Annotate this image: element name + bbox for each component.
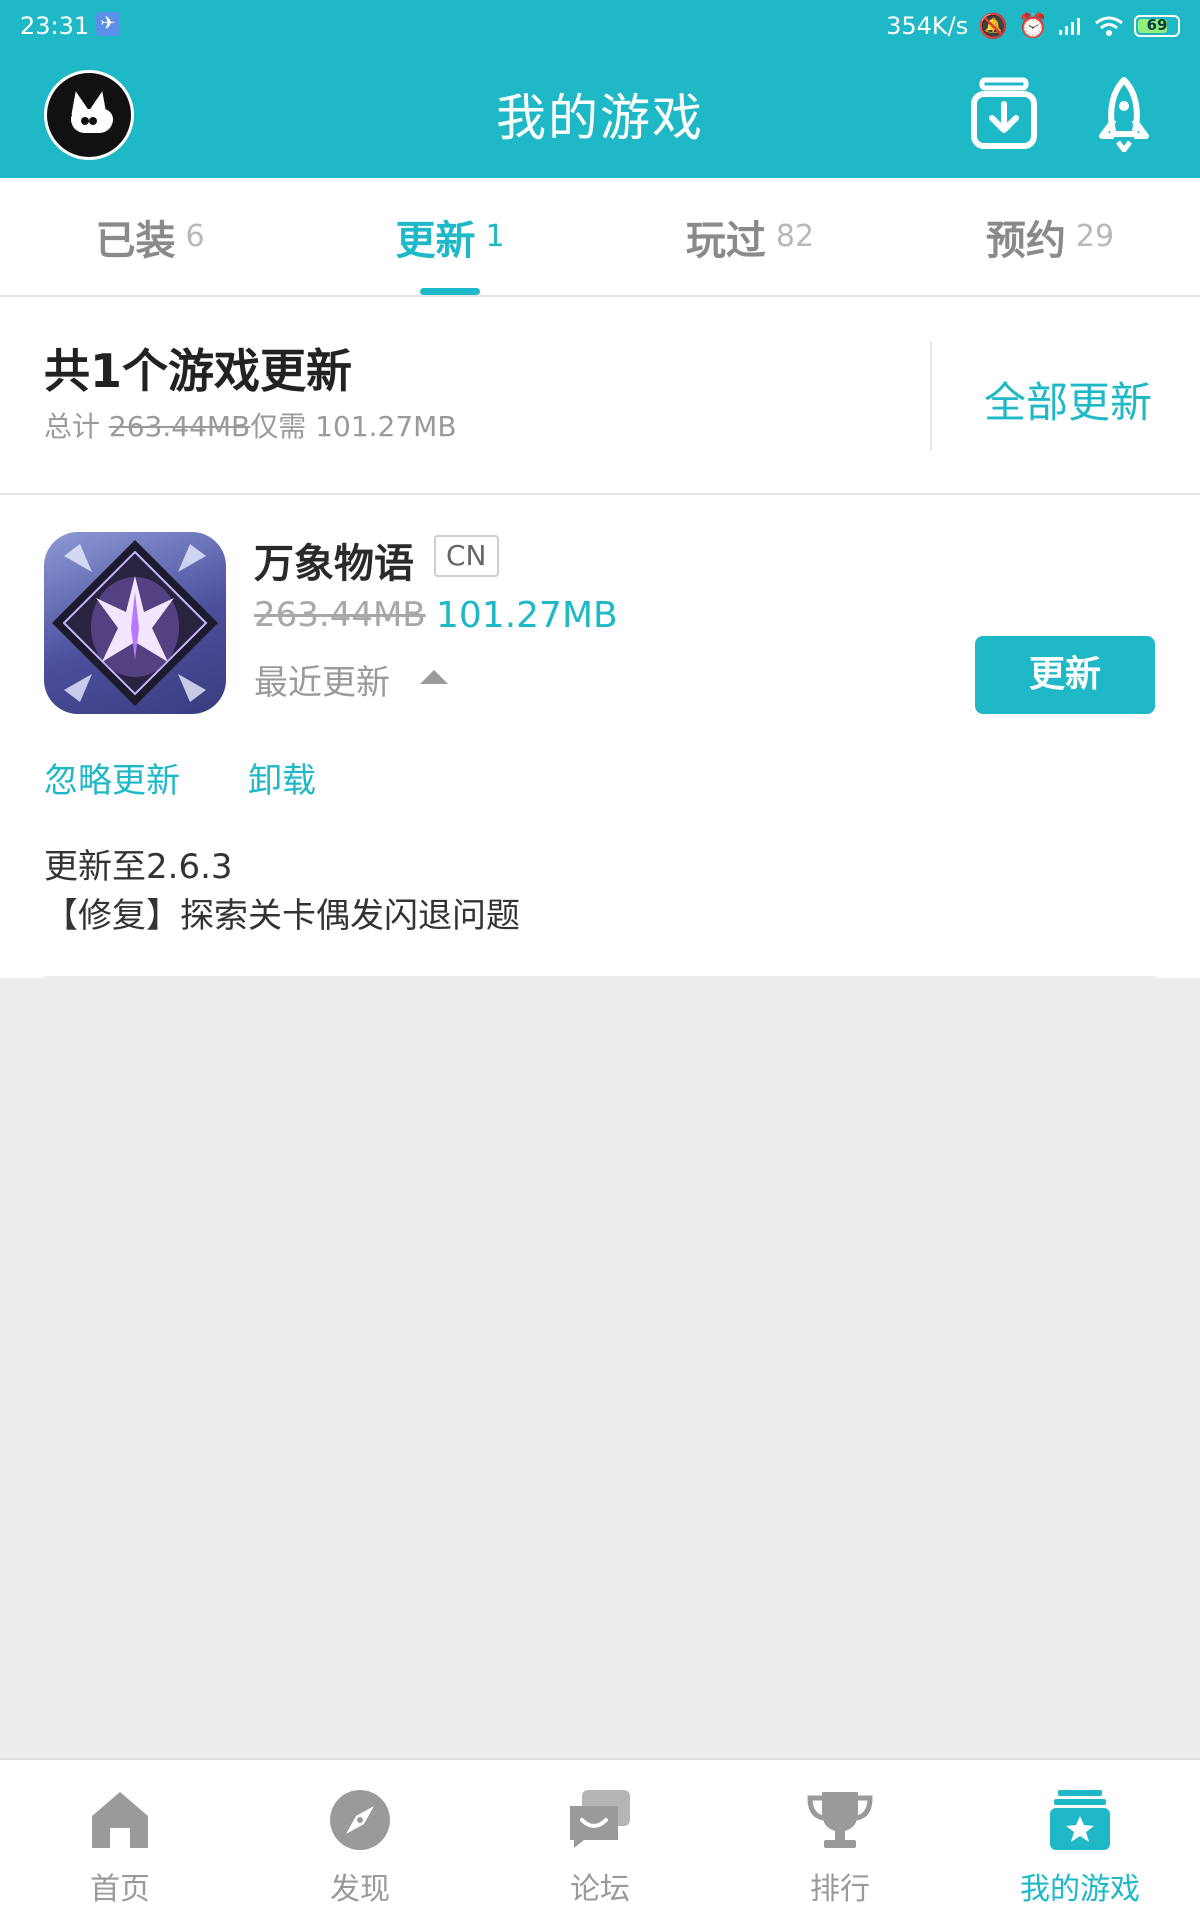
- update-notes-line: 【修复】探索关卡偶发闪退问题: [44, 896, 520, 936]
- tab-count: 29: [1075, 219, 1115, 254]
- tab-label: 已装: [95, 217, 176, 264]
- update-summary: 共1个游戏更新 总计 263.44MB仅需 101.27MB 全部更新: [0, 297, 1200, 495]
- tab-count: 82: [775, 219, 815, 254]
- total-label: 总计: [44, 410, 101, 443]
- notification-app-icon: ✈: [96, 12, 120, 36]
- nav-my-games[interactable]: 我的游戏: [960, 1760, 1200, 1920]
- region-badge: CN: [434, 535, 499, 577]
- game-name[interactable]: 万象物语: [254, 531, 414, 589]
- update-all-button[interactable]: 全部更新: [984, 369, 1152, 430]
- battery-level: 69: [1146, 16, 1168, 34]
- battery-icon: 69: [1134, 15, 1180, 37]
- nav-forum[interactable]: 论坛: [480, 1760, 720, 1920]
- nav-ranking[interactable]: 排行: [720, 1760, 960, 1920]
- tab-label: 预约: [985, 217, 1066, 264]
- net-speed: 354K/s: [886, 12, 969, 40]
- tab-reserved[interactable]: 预约 29: [900, 178, 1200, 295]
- nav-label: 排行: [810, 1872, 870, 1907]
- summary-divider: [930, 341, 932, 451]
- rocket-icon[interactable]: [1088, 76, 1160, 152]
- nav-label: 我的游戏: [1020, 1872, 1140, 1907]
- old-size: 263.44MB: [254, 595, 426, 635]
- download-manager-icon[interactable]: [968, 76, 1040, 152]
- tab-active-indicator: [420, 288, 480, 295]
- update-button[interactable]: 更新: [975, 636, 1155, 714]
- compass-icon: [330, 1790, 390, 1850]
- tab-updates[interactable]: 更新 1: [300, 178, 600, 295]
- update-notes-version: 更新至2.6.3: [44, 847, 233, 887]
- mute-icon: 🔕: [978, 12, 1009, 40]
- summary-size: 总计 263.44MB仅需 101.27MB: [44, 405, 457, 445]
- wifi-icon: [1095, 16, 1123, 36]
- trophy-icon: [807, 1792, 873, 1848]
- game-update-card: 万象物语 CN 263.44MB 101.27MB 最近更新 更新 忽略更新 卸…: [0, 495, 1200, 978]
- caret-up-icon[interactable]: [420, 670, 448, 684]
- tab-count: 6: [185, 219, 205, 254]
- total-size: 263.44MB: [108, 410, 251, 443]
- status-time: 23:31: [20, 12, 90, 40]
- tab-played[interactable]: 玩过 82: [600, 178, 900, 295]
- nav-label: 发现: [330, 1872, 390, 1907]
- summary-heading: 共1个游戏更新: [44, 344, 353, 398]
- uninstall-link[interactable]: 卸载: [248, 753, 316, 802]
- my-games-icon: [1050, 1790, 1110, 1850]
- ignore-update-link[interactable]: 忽略更新: [44, 753, 180, 802]
- signal-icon: [1059, 18, 1080, 35]
- tab-label: 玩过: [685, 217, 766, 264]
- alarm-icon: ⏰: [1018, 12, 1048, 40]
- tab-label: 更新: [395, 217, 476, 264]
- bottom-nav: 首页 发现 论坛 排行 我的游戏: [0, 1758, 1200, 1920]
- nav-label: 论坛: [570, 1872, 630, 1907]
- need-size: 101.27MB: [315, 410, 457, 443]
- chat-icon: [570, 1790, 630, 1848]
- need-label: 仅需: [250, 410, 307, 443]
- nav-home[interactable]: 首页: [0, 1760, 240, 1920]
- new-size: 101.27MB: [436, 595, 618, 636]
- game-tabs: 已装 6 更新 1 玩过 82 预约 29: [0, 178, 1200, 297]
- divider: [44, 976, 1156, 978]
- nav-label: 首页: [90, 1872, 150, 1907]
- nav-discover[interactable]: 发现: [240, 1760, 480, 1920]
- game-icon[interactable]: [44, 532, 226, 714]
- app-header: 23:31 ✈ 354K/s 🔕 ⏰ 69 我的游戏: [0, 0, 1200, 178]
- tab-count: 1: [485, 219, 505, 254]
- home-icon: [92, 1792, 148, 1848]
- status-bar: 23:31 ✈ 354K/s 🔕 ⏰ 69: [0, 0, 1200, 52]
- status-right: 354K/s 🔕 ⏰ 69: [886, 12, 1180, 40]
- recent-update-toggle[interactable]: 最近更新: [254, 655, 390, 704]
- tab-installed[interactable]: 已装 6: [0, 178, 300, 295]
